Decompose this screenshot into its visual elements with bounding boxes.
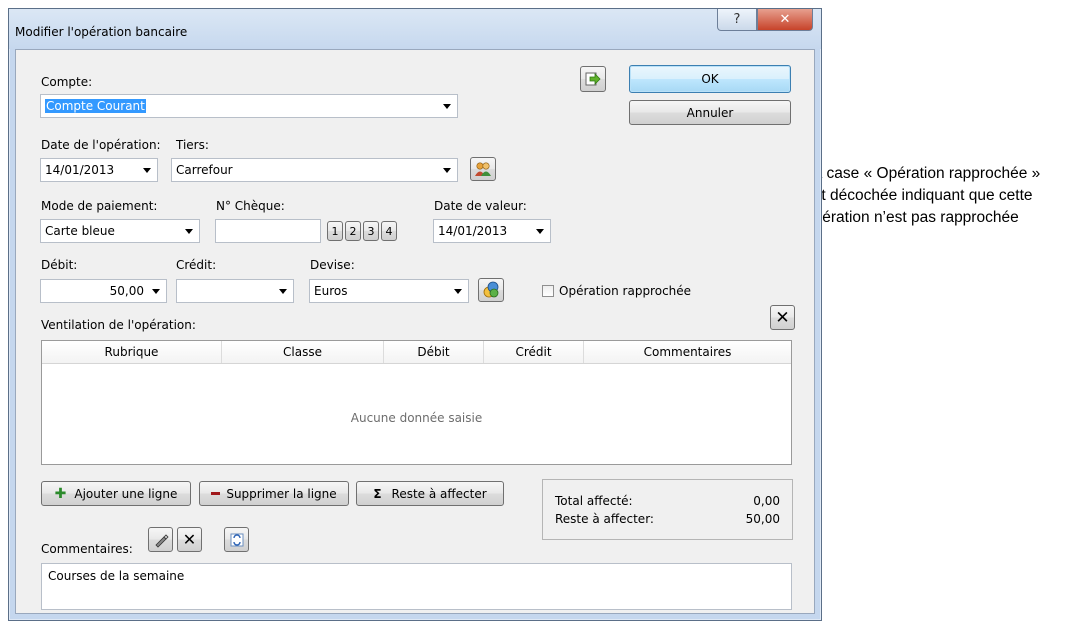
- comments-label: Commentaires:: [41, 542, 133, 556]
- cheque-button-4[interactable]: 4: [381, 221, 397, 241]
- totals-panel: Total affecté: 0,00 Reste à affecter: 50…: [542, 479, 793, 540]
- edit-pencil-icon: [154, 533, 169, 548]
- breakdown-label: Ventilation de l'opération:: [41, 318, 196, 332]
- chevron-down-icon: [279, 289, 287, 294]
- chevron-down-icon: [443, 168, 451, 173]
- payment-mode-select[interactable]: Carte bleue: [40, 219, 200, 243]
- value-date-label: Date de valeur:: [434, 199, 527, 213]
- currency-label: Devise:: [310, 258, 355, 272]
- account-label: Compte:: [41, 75, 93, 89]
- contacts-button[interactable]: [470, 157, 496, 181]
- refresh-icon: [230, 533, 243, 546]
- sigma-icon: Σ: [373, 486, 382, 501]
- clear-x-icon: ✕: [775, 307, 790, 328]
- chevron-down-icon: [443, 104, 451, 109]
- column-header-classe[interactable]: Classe: [222, 341, 384, 363]
- value-date-value: 14/01/2013: [438, 224, 508, 238]
- currency-value: Euros: [314, 284, 348, 298]
- empty-table-message: Aucune donnée saisie: [350, 411, 483, 425]
- chevron-down-icon: [143, 168, 151, 173]
- credit-select[interactable]: [176, 279, 294, 303]
- export-arrow-icon: [585, 72, 601, 86]
- contacts-icon: [475, 162, 491, 176]
- close-button[interactable]: ✕: [757, 9, 813, 31]
- total-assigned-value: 0,00: [753, 494, 780, 508]
- clear-breakdown-button[interactable]: ✕: [770, 305, 795, 330]
- reconciled-checkbox[interactable]: [542, 285, 554, 297]
- chevron-down-icon: [536, 229, 544, 234]
- help-button[interactable]: ?: [717, 9, 757, 31]
- plus-icon: ✚: [54, 485, 67, 502]
- total-assigned-label: Total affecté:: [555, 494, 633, 508]
- account-select[interactable]: Compte Courant: [40, 94, 458, 118]
- remaining-assign-label: Reste à affecter: [391, 486, 487, 501]
- remaining-assign-button[interactable]: Σ Reste à affecter: [356, 481, 504, 506]
- payment-mode-label: Mode de paiement:: [41, 199, 158, 213]
- column-header-credit[interactable]: Crédit: [484, 341, 584, 363]
- debit-select[interactable]: 50,00: [40, 279, 167, 303]
- payee-value: Carrefour: [176, 163, 233, 177]
- reconciled-label: Opération rapprochée: [559, 284, 692, 298]
- cheque-button-3[interactable]: 3: [363, 221, 379, 241]
- dialog-window: Modifier l'opération bancaire ? ✕ Compte…: [8, 8, 822, 621]
- clear-x-icon: ✕: [182, 530, 197, 549]
- chevron-down-icon: [185, 229, 193, 234]
- currency-select[interactable]: Euros: [309, 279, 469, 303]
- credit-label: Crédit:: [176, 258, 217, 272]
- ok-button[interactable]: OK: [629, 65, 791, 93]
- remaining-value: 50,00: [745, 512, 780, 526]
- column-header-commentaires[interactable]: Commentaires: [584, 341, 791, 363]
- comments-textarea[interactable]: Courses de la semaine: [41, 563, 792, 610]
- cheque-button-2[interactable]: 2: [345, 221, 361, 241]
- cheque-button-1[interactable]: 1: [327, 221, 343, 241]
- remaining-label: Reste à affecter:: [555, 512, 654, 526]
- cancel-button[interactable]: Annuler: [629, 100, 791, 125]
- date-operation-value: 14/01/2013: [45, 163, 115, 177]
- annotation-callout: La case « Opération rapprochée » est déc…: [805, 165, 1041, 226]
- window-title: Modifier l'opération bancaire: [15, 25, 188, 39]
- question-icon: ?: [733, 12, 741, 27]
- close-x-icon: ✕: [779, 12, 791, 27]
- breakdown-table: Rubrique Classe Débit Crédit Commentaire…: [41, 340, 792, 465]
- payee-label: Tiers:: [176, 138, 209, 152]
- export-button[interactable]: [580, 66, 606, 92]
- debit-label: Débit:: [41, 258, 78, 272]
- cheque-number-input[interactable]: [215, 219, 321, 243]
- dialog-body: Compte: Compte Courant OK Annuler Date d…: [15, 49, 815, 614]
- value-date-select[interactable]: 14/01/2013: [433, 219, 551, 243]
- delete-line-label: Supprimer la ligne: [226, 486, 337, 501]
- clear-comment-button[interactable]: ✕: [177, 527, 202, 552]
- column-header-rubrique[interactable]: Rubrique: [42, 341, 222, 363]
- edit-comment-button[interactable]: [148, 527, 173, 552]
- cheque-label: N° Chèque:: [216, 199, 285, 213]
- minus-icon: [211, 492, 221, 495]
- title-bar: Modifier l'opération bancaire ? ✕: [9, 9, 821, 49]
- refresh-comment-button[interactable]: [224, 527, 249, 552]
- currency-icon: [483, 281, 499, 298]
- delete-line-button[interactable]: Supprimer la ligne: [199, 481, 349, 506]
- date-operation-label: Date de l'opération:: [41, 138, 161, 152]
- date-operation-select[interactable]: 14/01/2013: [40, 158, 158, 182]
- account-value: Compte Courant: [45, 99, 146, 113]
- chevron-down-icon: [152, 289, 160, 294]
- add-line-button[interactable]: ✚ Ajouter une ligne: [41, 481, 191, 506]
- payment-mode-value: Carte bleue: [45, 224, 115, 238]
- currency-button[interactable]: [478, 278, 504, 302]
- table-header: Rubrique Classe Débit Crédit Commentaire…: [42, 341, 791, 364]
- payee-select[interactable]: Carrefour: [171, 158, 458, 182]
- debit-value: 50,00: [109, 284, 144, 298]
- column-header-debit[interactable]: Débit: [384, 341, 484, 363]
- add-line-label: Ajouter une ligne: [74, 486, 178, 501]
- chevron-down-icon: [454, 289, 462, 294]
